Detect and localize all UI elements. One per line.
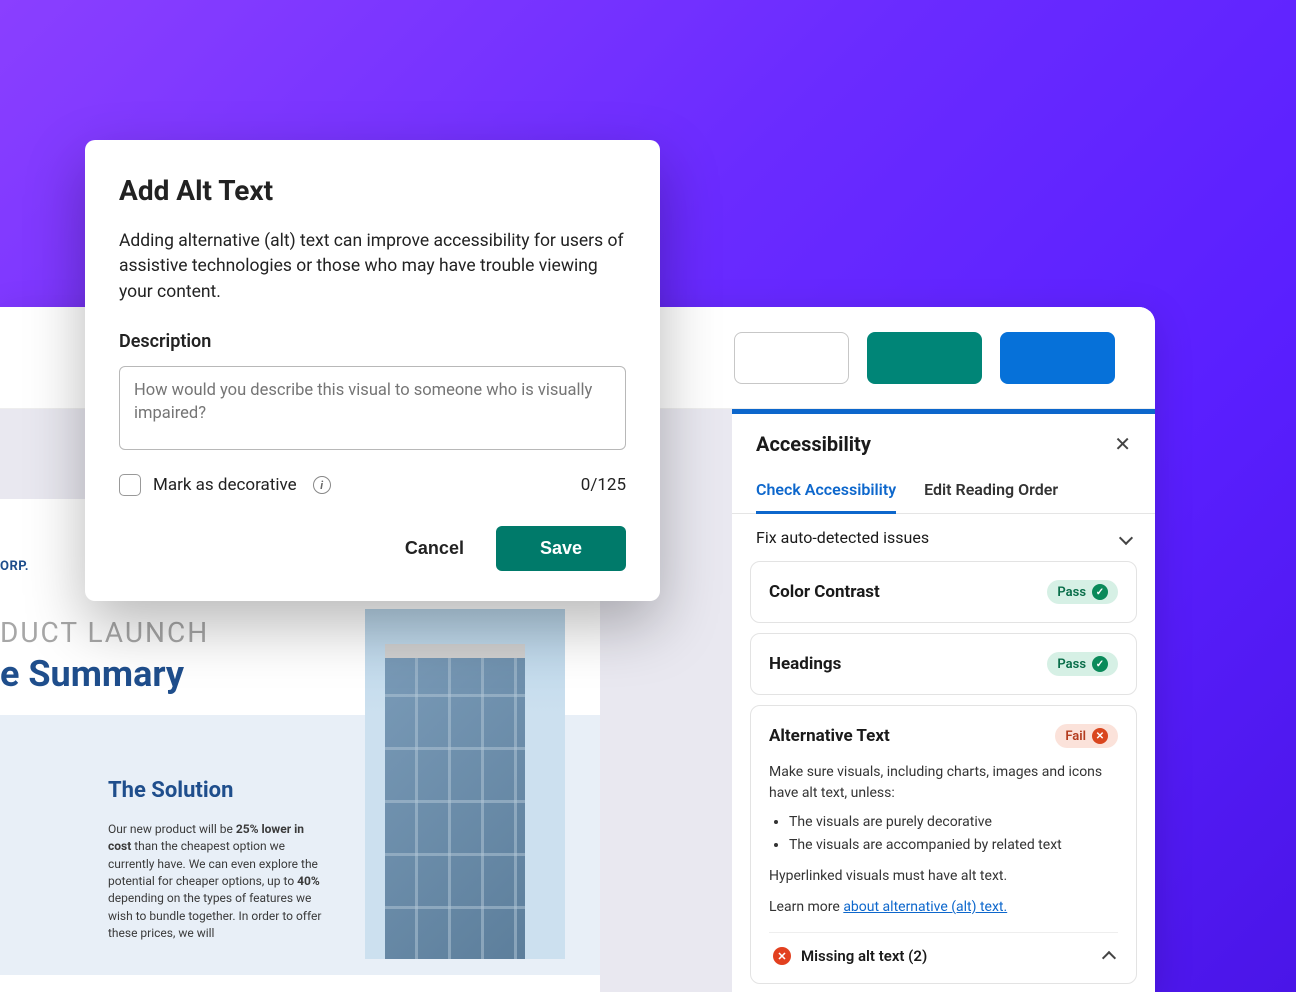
cancel-button[interactable]: Cancel (397, 528, 472, 569)
x-circle-icon: ✕ (1092, 728, 1108, 744)
missing-alt-text-row[interactable]: ✕ Missing alt text (2) (769, 932, 1118, 965)
issue-card-headings[interactable]: Headings Pass ✓ (750, 633, 1137, 695)
tab-edit-reading-order[interactable]: Edit Reading Order (924, 472, 1058, 513)
description-label: Description (119, 331, 626, 352)
issue-title: Headings (769, 654, 841, 674)
issue-title: Color Contrast (769, 582, 880, 602)
status-badge-fail: Fail ✕ (1055, 724, 1118, 748)
error-circle-icon: ✕ (773, 947, 791, 965)
issue-title: Alternative Text (769, 726, 890, 746)
chevron-down-icon (1119, 530, 1133, 544)
mark-decorative-label: Mark as decorative (153, 475, 297, 495)
building-graphic (385, 644, 525, 959)
info-icon[interactable]: i (313, 476, 331, 494)
issue-card-color-contrast[interactable]: Color Contrast Pass ✓ (750, 561, 1137, 623)
modal-title: Add Alt Text (119, 174, 626, 207)
doc-right-column: The Solution Our new product will be 25%… (108, 775, 328, 966)
close-icon[interactable]: ✕ (1114, 432, 1131, 456)
modal-description: Adding alternative (alt) text can improv… (119, 229, 626, 305)
status-badge-pass: Pass ✓ (1047, 652, 1118, 676)
check-circle-icon: ✓ (1092, 584, 1108, 600)
tab-check-accessibility[interactable]: Check Accessibility (756, 472, 896, 514)
chevron-up-icon (1102, 951, 1116, 965)
save-button[interactable]: Save (496, 526, 626, 571)
panel-title: Accessibility (756, 432, 871, 456)
character-counter: 0/125 (581, 475, 626, 495)
doc-solution-heading: The Solution (108, 775, 328, 807)
panel-tabs: Check Accessibility Edit Reading Order (732, 472, 1155, 514)
issue-card-alt-text[interactable]: Alternative Text Fail ✕ Make sure visual… (750, 705, 1137, 984)
doc-left-column: ing clients, need for a dable version me… (0, 775, 90, 966)
toolbar-button-blue[interactable] (1000, 332, 1115, 384)
alt-text-input[interactable] (119, 366, 626, 450)
check-circle-icon: ✓ (1092, 656, 1108, 672)
add-alt-text-modal: Add Alt Text Adding alternative (alt) te… (85, 140, 660, 601)
document-image-building[interactable] (365, 609, 565, 959)
status-badge-pass: Pass ✓ (1047, 580, 1118, 604)
toolbar-button-outline[interactable] (734, 332, 849, 384)
checkbox-icon[interactable] (119, 474, 141, 496)
learn-more-link[interactable]: about alternative (alt) text. (843, 899, 1007, 915)
issue-body: Make sure visuals, including charts, ima… (769, 762, 1118, 918)
issue-list: Color Contrast Pass ✓ Headings Pass ✓ (732, 561, 1155, 984)
panel-subheader[interactable]: Fix auto-detected issues (732, 514, 1155, 561)
accessibility-panel: Accessibility ✕ Check Accessibility Edit… (732, 409, 1155, 992)
toolbar-button-teal[interactable] (867, 332, 982, 384)
subheader-label: Fix auto-detected issues (756, 528, 929, 547)
mark-decorative-option[interactable]: Mark as decorative i (119, 474, 331, 496)
